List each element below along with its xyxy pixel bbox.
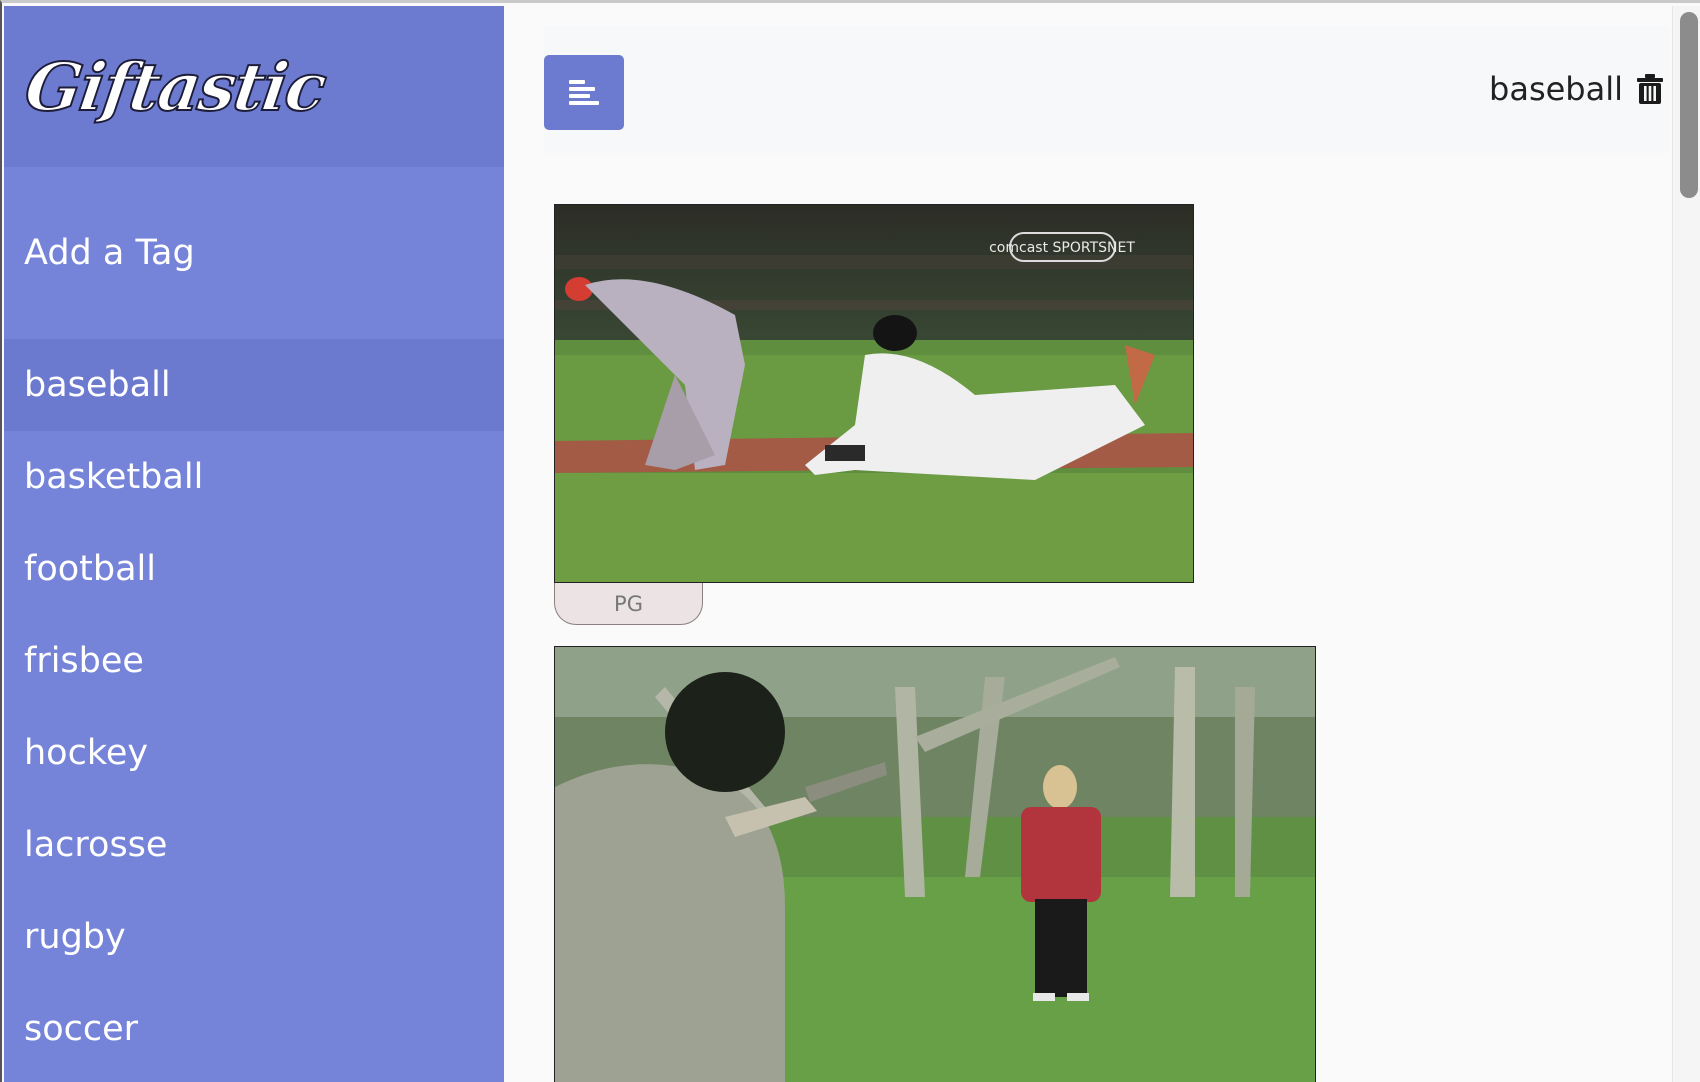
tag-list: baseball basketball football frisbee hoc… xyxy=(4,339,504,1075)
sidebar-item-frisbee[interactable]: frisbee xyxy=(4,615,504,707)
top-bar: baseball xyxy=(544,26,1669,153)
sidebar-item-soccer[interactable]: soccer xyxy=(4,983,504,1075)
brand-logo[interactable]: Giftastic xyxy=(20,47,331,127)
page-scrollbar[interactable] xyxy=(1672,6,1700,1082)
gif-image[interactable] xyxy=(554,646,1316,1082)
menu-toggle-button[interactable] xyxy=(544,55,624,130)
rating-badge: PG xyxy=(554,583,703,625)
scrollbar-thumb[interactable] xyxy=(1680,12,1698,198)
gif-image[interactable]: comcast SPORTSNET xyxy=(554,204,1194,583)
sidebar-item-lacrosse[interactable]: lacrosse xyxy=(4,799,504,891)
brand-header: Giftastic xyxy=(4,6,504,167)
sidebar-item-baseball[interactable]: baseball xyxy=(4,339,504,431)
gif-card: comcast SPORTSNET PG xyxy=(554,204,1194,625)
trash-icon[interactable] xyxy=(1637,74,1663,104)
sidebar-item-hockey[interactable]: hockey xyxy=(4,707,504,799)
menu-lines-icon xyxy=(569,79,599,106)
gif-card xyxy=(554,646,1316,1082)
sidebar-item-rugby[interactable]: rugby xyxy=(4,891,504,983)
current-tag-label: baseball xyxy=(1489,70,1623,108)
add-tag-button[interactable]: Add a Tag xyxy=(4,167,504,339)
sidebar-item-football[interactable]: football xyxy=(4,523,504,615)
sidebar-item-basketball[interactable]: basketball xyxy=(4,431,504,523)
sidebar: Giftastic Add a Tag baseball basketball … xyxy=(4,6,504,1082)
main-content: baseball comcast SPORTSNET PG xyxy=(504,6,1674,1082)
broadcast-logo: comcast SPORTSNET xyxy=(989,240,1135,256)
